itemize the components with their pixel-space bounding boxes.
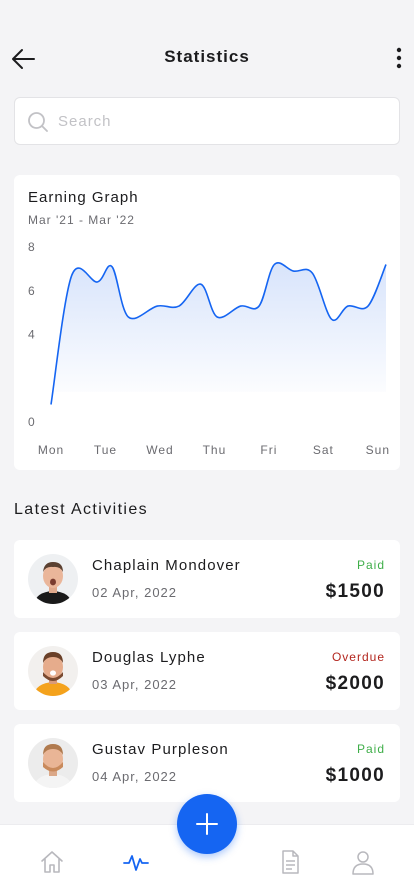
avatar [28,738,78,788]
earning-chart: 0 4 6 8 Mon Tue Wed Thu Fri Sat Sun [28,240,390,457]
activity-date: 02 Apr, 2022 [92,585,178,600]
activity-date: 03 Apr, 2022 [92,677,178,692]
x-tick-label: Sat [313,443,334,457]
activity-item[interactable]: Chaplain Mondover 02 Apr, 2022 Paid $150… [14,540,400,618]
x-tick-label: Tue [94,443,117,457]
y-tick-label: 6 [28,284,35,298]
activity-date: 04 Apr, 2022 [92,769,178,784]
search-input[interactable] [58,98,388,144]
y-tick-label: 4 [28,328,35,342]
page-title: Statistics [164,47,250,66]
avatar [28,646,78,696]
home-icon[interactable] [39,849,65,875]
activity-item[interactable]: Gustav Purpleson 04 Apr, 2022 Paid $1000 [14,724,400,802]
x-tick-label: Fri [260,443,277,457]
document-icon[interactable] [277,849,303,875]
more-button[interactable] [392,45,406,71]
avatar [28,554,78,604]
activity-pulse-icon[interactable] [123,849,149,875]
search-box [14,97,400,145]
x-tick-label: Mon [38,443,64,457]
more-vertical-icon [396,47,402,69]
y-tick-label: 0 [28,415,35,429]
status-badge: Paid [356,558,385,572]
activity-amount: $1000 [325,765,385,786]
status-badge: Paid [356,742,385,756]
y-tick-label: 8 [28,240,35,254]
activity-item[interactable]: Douglas Lyphe 03 Apr, 2022 Overdue $2000 [14,632,400,710]
activity-name: Chaplain Mondover [92,557,241,574]
activity-amount: $1500 [325,581,385,602]
status-badge: Overdue [331,650,385,664]
x-tick-label: Thu [203,443,227,457]
user-icon[interactable] [350,849,376,875]
activity-name: Douglas Lyphe [92,649,206,666]
activity-name: Gustav Purpleson [92,741,229,758]
plus-icon [196,813,218,835]
search-icon [28,112,48,132]
earning-graph-card: Earning Graph Mar '21 - Mar '22 0468 Mon… [14,175,400,470]
series-area [51,262,386,405]
x-tick-label: Sun [366,443,390,457]
activity-amount: $2000 [325,673,385,694]
x-tick-label: Wed [146,443,173,457]
latest-activities-title: Latest Activities [14,501,149,518]
add-button[interactable] [177,794,237,854]
